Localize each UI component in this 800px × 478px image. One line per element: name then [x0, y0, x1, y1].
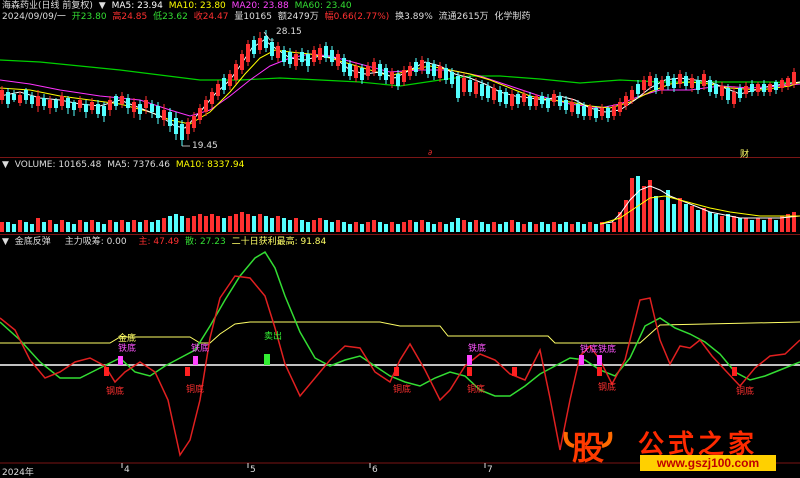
max-price-label: 28.15 — [276, 27, 302, 37]
signal-label: 卖出 — [264, 332, 283, 342]
time-axis-label: 4 — [124, 465, 130, 475]
min-price-label: 19.45 — [192, 141, 218, 151]
watermark-url-box: www.gszj100.com — [640, 455, 776, 471]
signal-label: 铁底 — [468, 344, 487, 354]
signal-label: 铜底 — [393, 385, 412, 395]
signal-label: 铜底 — [186, 385, 205, 395]
chart-canvas[interactable] — [0, 0, 800, 476]
signal-label: 铁底 — [191, 344, 210, 354]
signal-label: 铜底 — [467, 385, 486, 395]
time-axis-label: 5 — [250, 465, 256, 475]
watermark-url: www.gszj100.com — [656, 456, 760, 470]
time-axis-label: 6 — [372, 465, 378, 475]
time-axis-label: 7 — [487, 465, 493, 475]
time-axis-label: 2024年 — [2, 468, 34, 478]
watermark-logo-char: 股 — [572, 429, 605, 467]
price-candles — [0, 30, 796, 146]
financial-report-marker[interactable]: 财 — [740, 147, 749, 160]
green-indicator-line — [0, 250, 800, 397]
event-marker[interactable]: ∂ — [428, 148, 432, 157]
signal-label: 钢底 — [598, 383, 617, 393]
volume-bars — [0, 176, 796, 232]
signal-label: 铜底 — [736, 387, 755, 397]
watermark-logo: 股 — [562, 426, 614, 470]
signal-label: 铁底 — [118, 344, 137, 354]
signal-label: 钢底 — [106, 387, 125, 397]
signal-label: 铁底铁底 — [580, 345, 617, 355]
